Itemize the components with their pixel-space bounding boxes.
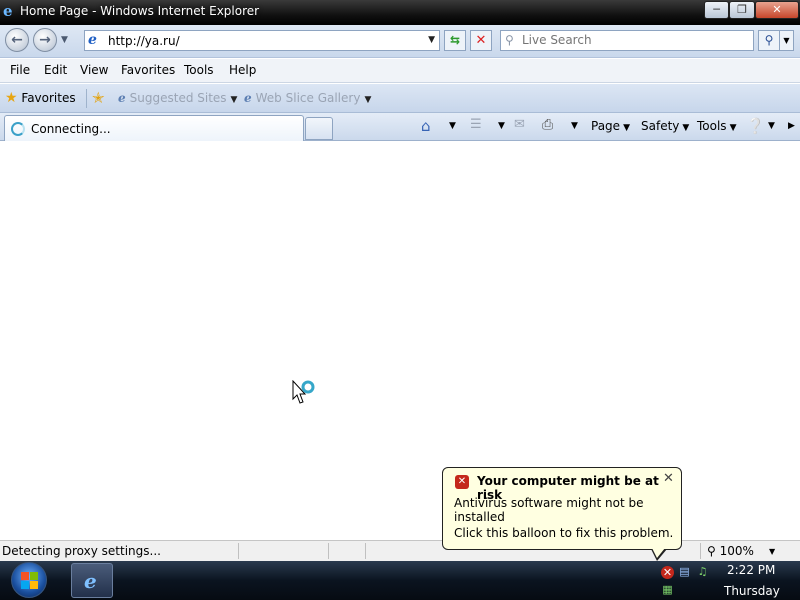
chevron-down-icon: ▼ [623,123,630,133]
close-button[interactable]: ✕ [755,1,799,19]
home-dropdown-icon[interactable]: ▼ [449,121,456,131]
favorites-bar: ★ Favorites ✭ e Suggested Sites ▼ e Web Sli… [0,84,800,113]
chevron-down-icon: ▼ [364,95,372,105]
ie-page-icon: e [244,91,252,105]
print-icon[interactable]: ⎙ [542,117,553,133]
favorites-button[interactable]: ★ Favorites [5,90,76,106]
back-button[interactable]: ← [5,28,29,52]
menu-bar: File Edit View Favorites Tools Help [0,59,800,83]
chevron-right-icon[interactable]: ▶ [788,121,795,131]
close-icon[interactable]: ✕ [663,471,674,486]
page-menu[interactable]: Page ▼ [591,119,630,133]
chevron-down-icon: ▼ [230,95,238,105]
divider [238,543,239,559]
clock-time[interactable]: 2:22 PM [727,563,775,577]
search-icon: ⚲ [505,33,514,47]
forward-button[interactable]: → [33,28,57,52]
window-title: Home Page - Windows Internet Explorer [20,4,260,18]
network-icon[interactable]: ▤ [678,565,691,578]
menu-help[interactable]: Help [229,63,256,77]
address-dropdown-icon[interactable]: ▼ [428,35,435,45]
balloon-action-text[interactable]: Click this balloon to fix this problem. [454,526,673,540]
divider [328,543,329,559]
tab-active[interactable]: Connecting... [4,115,304,141]
navigation-bar: ← → ▼ e http://ya.ru/ ▼ ⇆ ✕ ⚲ ⚲ ▼ [0,25,800,58]
home-icon[interactable]: ⌂ [421,117,431,135]
page-icon: e [88,32,97,48]
read-mail-icon[interactable]: ✉ [514,117,525,132]
loading-spinner-icon [11,122,25,136]
new-tab-button[interactable] [305,117,333,140]
menu-edit[interactable]: Edit [44,63,67,77]
refresh-button[interactable]: ⇆ [444,30,466,51]
menu-view[interactable]: View [80,63,108,77]
feeds-dropdown-icon[interactable]: ▼ [498,121,505,131]
tab-label: Connecting... [31,122,111,136]
chevron-down-icon: ▼ [682,123,690,133]
start-button[interactable] [11,562,47,598]
title-bar[interactable]: e Home Page - Windows Internet Explorer … [0,0,800,25]
stop-button[interactable]: ✕ [470,30,492,51]
print-dropdown-icon[interactable]: ▼ [571,121,578,131]
suggested-sites-label: Suggested Sites [129,91,227,105]
menu-tools[interactable]: Tools [184,63,214,77]
chevron-down-icon: ▼ [729,123,737,133]
tools-menu[interactable]: Tools ▼ [697,119,736,133]
ie-logo-icon: e [84,569,97,593]
search-box[interactable]: ⚲ [500,30,754,51]
status-text: Detecting proxy settings... [2,544,161,558]
zoom-dropdown-icon[interactable]: ▼ [769,547,775,556]
search-input[interactable] [522,33,750,47]
help-dropdown-icon[interactable]: ▼ [768,121,775,131]
ie-page-icon: e [118,91,126,105]
add-to-favorites-icon[interactable]: ✭ [92,89,105,107]
address-bar[interactable]: e http://ya.ru/ ▼ [84,30,440,51]
suggested-sites-link[interactable]: e Suggested Sites ▼ [118,91,237,105]
feeds-icon[interactable]: ☰ [470,117,482,132]
balloon-tail-fill [652,548,665,558]
tab-row: Connecting... ⌂ ▼ ☰ ▼ ✉ ⎙ ▼ Page ▼ Safety… [0,113,800,141]
favorites-label: Favorites [21,91,76,105]
safety-menu-label: Safety [641,119,680,133]
security-alert-icon[interactable]: ✕ [661,566,674,579]
star-icon: ★ [5,90,18,106]
web-slice-gallery-label: Web Slice Gallery [255,91,361,105]
clock-day[interactable]: Thursday [724,584,780,598]
error-shield-icon: ✕ [455,475,469,489]
address-url[interactable]: http://ya.ru/ [108,34,180,48]
divider [86,89,87,108]
tools-menu-label: Tools [697,119,727,133]
web-slice-gallery-link[interactable]: e Web Slice Gallery ▼ [244,91,371,105]
menu-favorites[interactable]: Favorites [121,63,175,77]
windows-logo-icon [21,572,39,590]
menu-file[interactable]: File [10,63,30,77]
page-menu-label: Page [591,119,621,133]
minimize-button[interactable]: ─ [704,1,729,19]
search-options-dropdown-icon[interactable]: ▼ [780,30,794,51]
divider [700,543,701,559]
zoom-control[interactable]: ⚲ 100% [707,544,754,558]
tray-app-icon[interactable]: ▦ [661,583,674,596]
search-button[interactable]: ⚲ [758,30,780,51]
recent-pages-dropdown-icon[interactable]: ▼ [61,35,68,45]
zoom-level: 100% [719,544,754,558]
volume-icon[interactable]: ♫ [696,565,709,578]
taskbar-ie-button[interactable]: e [71,563,113,598]
safety-menu[interactable]: Safety ▼ [641,119,689,133]
help-icon[interactable]: ❔ [746,117,765,135]
divider [365,543,366,559]
ie-logo-icon: e [3,2,13,20]
balloon-message: Antivirus software might not be installe… [454,496,644,524]
busy-cursor-icon [292,380,315,404]
maximize-button[interactable]: ❐ [729,1,755,19]
security-balloon[interactable]: ✕ Your computer might be at risk ✕ Antiv… [442,467,682,561]
